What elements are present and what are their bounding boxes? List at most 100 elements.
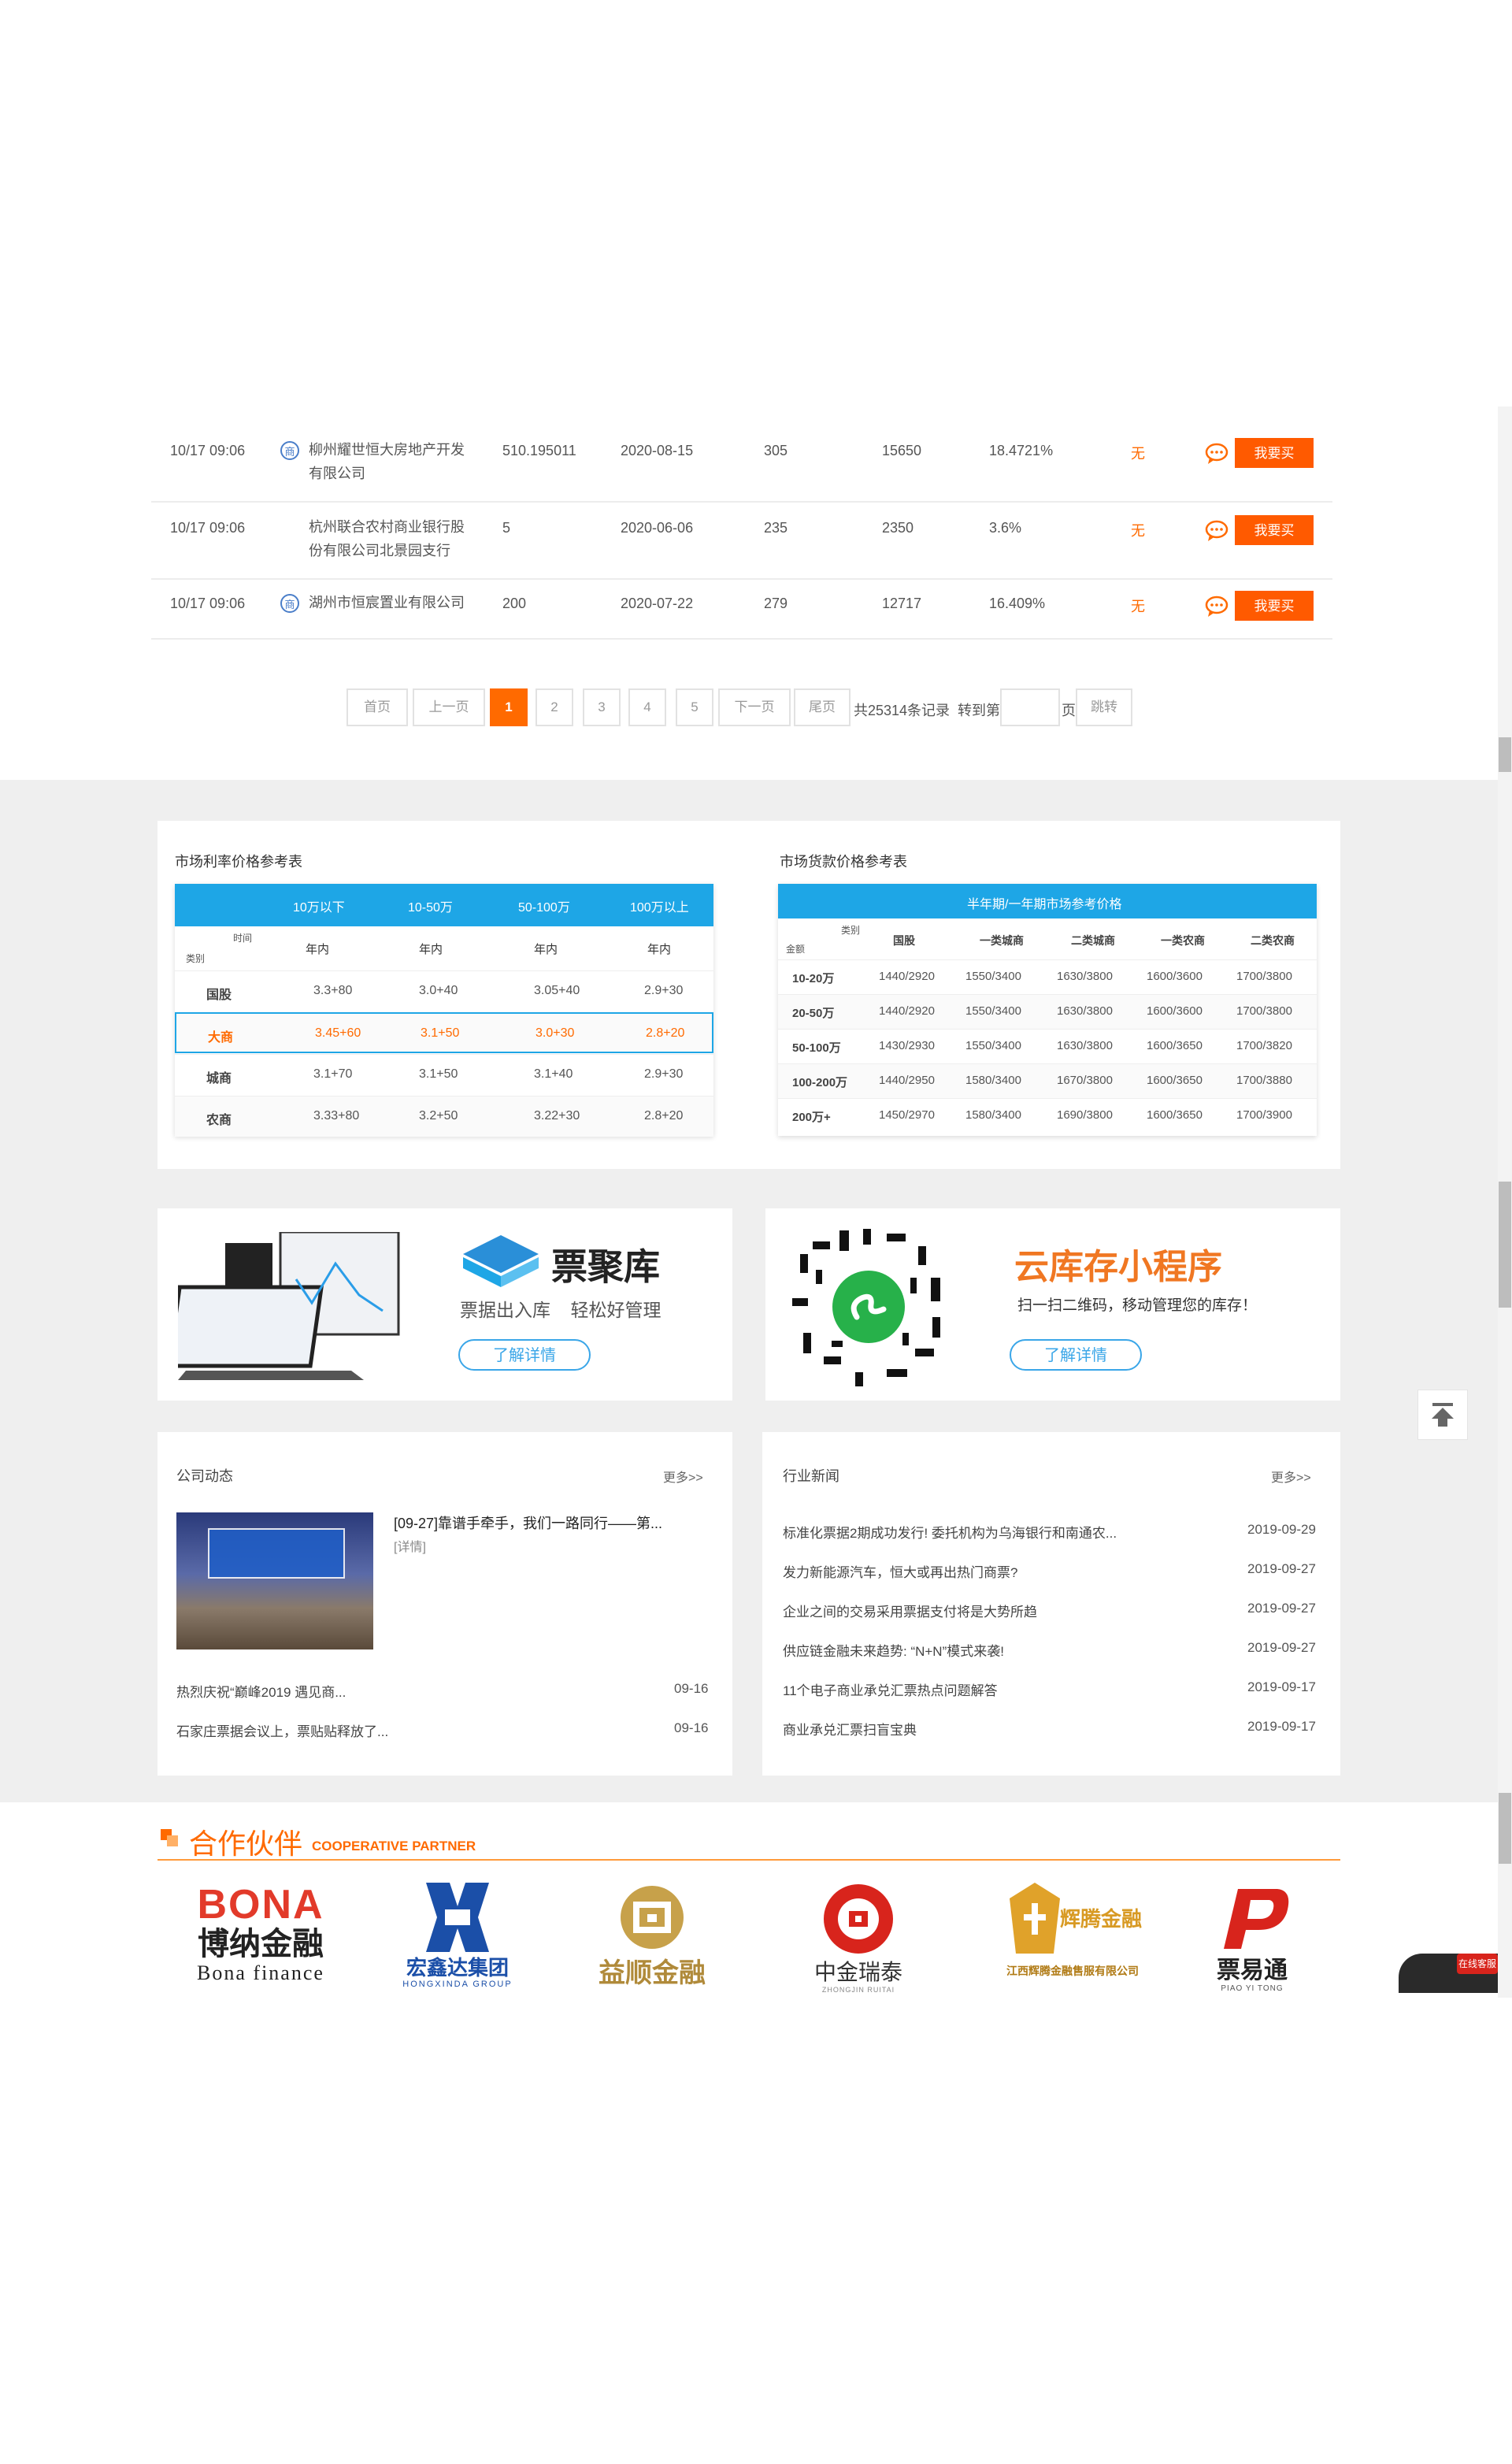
loan-cell: 1700/3800 [1236, 970, 1292, 983]
bill-amount: 5 [502, 520, 511, 536]
rate-cell: 3.45+60 [315, 1026, 361, 1040]
loan-cell: 1630/3800 [1057, 1039, 1113, 1052]
rate-cell: 3.1+70 [313, 1067, 353, 1081]
rate-cell: 3.0+30 [536, 1026, 575, 1040]
loan-row: 100-200万 1440/2950 1580/3400 1670/3800 1600/… [778, 1063, 1317, 1099]
scrollbar-thumb[interactable] [1499, 1793, 1511, 1864]
loan-col-header: 一类城商 [980, 934, 1024, 947]
online-service-badge[interactable]: 在线客服 [1457, 1954, 1498, 1974]
prev-page-button[interactable]: 上一页 [413, 688, 485, 726]
scrollbar-thumb[interactable] [1499, 1182, 1511, 1308]
company-feature-detail-link[interactable]: [详情] [394, 1536, 426, 1555]
partner-logo-huiteng[interactable]: 辉腾金融 江西辉腾金融售服有限公司 [994, 1883, 1151, 1979]
loan-table-title: 市场货款价格参考表 [780, 854, 907, 870]
buy-button[interactable]: 我要买 [1235, 515, 1314, 545]
loan-corner-amount: 金额 [786, 944, 806, 955]
piaojuku-detail-button[interactable]: 了解详情 [458, 1339, 591, 1371]
rate-cell: 3.3+80 [313, 984, 353, 997]
company-news-item[interactable]: 石家庄票据会议上，票贴贴释放了... [176, 1720, 388, 1740]
loan-row: 20-50万 1440/2920 1550/3400 1630/3800 1600/36… [778, 994, 1317, 1030]
page-4-button[interactable]: 4 [628, 688, 666, 726]
scrollbar-thumb[interactable] [1499, 737, 1511, 772]
back-to-top-button[interactable] [1418, 1390, 1468, 1440]
bill-due-date: 2020-06-06 [621, 520, 694, 536]
company-news-card: 公司动态 更多>> [09-27]靠谱手牵手，我们一路同行——第... [详情]… [158, 1432, 732, 1776]
partner-logo-hongxinda[interactable]: 宏鑫达集团 HONGXINDA GROUP [391, 1883, 524, 1989]
company-news-title: 公司动态 [176, 1468, 233, 1484]
next-page-button[interactable]: 下一页 [718, 688, 791, 726]
jump-button[interactable]: 跳转 [1076, 688, 1132, 726]
industry-news-item[interactable]: 商业承兑汇票扫盲宝典 [783, 1719, 917, 1739]
partner-sub: PIAO YI TONG [1221, 1984, 1284, 1993]
buy-button[interactable]: 我要买 [1235, 438, 1314, 468]
rate-cell: 3.2+50 [419, 1109, 458, 1123]
page-5-button[interactable]: 5 [676, 688, 713, 726]
loan-col-header: 二类农商 [1251, 934, 1295, 947]
loan-cell: 1430/2930 [879, 1039, 935, 1052]
buy-button[interactable]: 我要买 [1235, 591, 1314, 621]
industry-news-item[interactable]: 供应链金融未来趋势: “N+N”模式来袭! [783, 1640, 1004, 1660]
bill-deduction: 15650 [882, 443, 922, 458]
loan-cell: 1550/3400 [965, 970, 1021, 983]
rate-cell: 2.8+20 [644, 1109, 684, 1123]
partner-logo-yishun[interactable]: 益顺金融 [589, 1883, 715, 1989]
chat-icon[interactable] [1205, 520, 1228, 542]
online-service-float[interactable]: 在线客服 [1399, 1954, 1498, 1993]
total-records: 共25314条记录 [854, 703, 951, 718]
laptop-illustration [178, 1232, 400, 1380]
loan-cell: 1600/3650 [1147, 1074, 1203, 1087]
industry-news-more-link[interactable]: 更多>> [1271, 1467, 1311, 1486]
company-news-date: 09-16 [674, 1720, 709, 1735]
rate-col-header: 10-50万 [408, 901, 453, 915]
loan-row-label: 10-20万 [792, 972, 835, 985]
rate-cell: 3.1+50 [421, 1026, 460, 1040]
industry-news-item[interactable]: 发力新能源汽车，恒大或再出热门商票? [783, 1561, 1017, 1581]
loan-cell: 1440/2950 [879, 1074, 935, 1087]
partner-logo-bona[interactable]: BONA 博纳金融 Bona finance [186, 1883, 335, 1985]
zhongjin-logo-icon [824, 1884, 893, 1954]
page-3-button[interactable]: 3 [583, 688, 621, 726]
loan-cell: 1670/3800 [1057, 1074, 1113, 1087]
last-page-button[interactable]: 尾页 [794, 688, 850, 726]
loan-cell: 1630/3800 [1057, 970, 1113, 983]
chat-icon[interactable] [1205, 596, 1228, 618]
page-2-button[interactable]: 2 [536, 688, 573, 726]
company-news-item[interactable]: 热烈庆祝“巅峰2019 遇见商... [176, 1681, 346, 1701]
page-1-button[interactable]: 1 [490, 688, 528, 726]
partner-logo-piaoyitong[interactable]: 票易通 PIAO YI TONG [1197, 1883, 1307, 1993]
first-page-button[interactable]: 首页 [346, 688, 408, 726]
chat-icon[interactable] [1205, 443, 1228, 465]
rate-subheader: 年内 [647, 943, 672, 956]
event-photo[interactable] [176, 1512, 373, 1649]
industry-news-item[interactable]: 标准化票据2期成功发行! 委托机构为乌海银行和南通农... [783, 1522, 1117, 1542]
partners-title: 合作伙伴 [189, 1828, 303, 1860]
piaojuku-slogan: 票据出入库 轻松好管理 [460, 1300, 662, 1320]
industry-news-date: 2019-09-27 [1247, 1601, 1316, 1616]
page-scrollbar[interactable] [1498, 406, 1512, 1998]
bona-mark: BONA [197, 1882, 324, 1928]
mini-program-detail-button[interactable]: 了解详情 [1010, 1339, 1142, 1371]
company-feature-title[interactable]: [09-27]靠谱手牵手，我们一路同行——第... [394, 1512, 662, 1533]
loan-cell: 1700/3820 [1236, 1039, 1292, 1052]
goto-page-input[interactable] [1000, 688, 1060, 726]
industry-news-item[interactable]: 企业之间的交易采用票据支付将是大势所趋 [783, 1601, 1037, 1620]
industry-news-item[interactable]: 11个电子商业承兑汇票热点问题解答 [783, 1679, 998, 1699]
rate-cell: 3.22+30 [534, 1109, 580, 1123]
loan-header-label: 半年期/一年期市场参考价格 [967, 898, 1122, 911]
goto-label: 转到第 [958, 703, 1000, 718]
partner-name: 宏鑫达集团 [406, 1956, 509, 1980]
bill-days: 279 [764, 596, 788, 611]
bill-flaw: 无 [1131, 523, 1145, 539]
loan-row-label: 20-50万 [792, 1007, 835, 1020]
partners-divider [158, 1859, 1340, 1861]
industry-news-date: 2019-09-17 [1247, 1679, 1316, 1694]
loan-cell: 1600/3600 [1147, 1004, 1203, 1018]
rate-row: 国股 3.3+80 3.0+40 3.05+40 2.9+30 [175, 970, 713, 1011]
company-news-more-link[interactable]: 更多>> [663, 1467, 703, 1486]
loan-row: 10-20万 1440/2920 1550/3400 1630/3800 1600/36… [778, 959, 1317, 995]
partners-square-icon [167, 1835, 178, 1846]
loan-cell: 1550/3400 [965, 1004, 1021, 1018]
loan-row-label: 50-100万 [792, 1041, 841, 1055]
loan-cell: 1700/3880 [1236, 1074, 1292, 1087]
partner-logo-zhongjin[interactable]: 中金瑞泰 ZHONGJIN RUITAI [795, 1883, 921, 1994]
